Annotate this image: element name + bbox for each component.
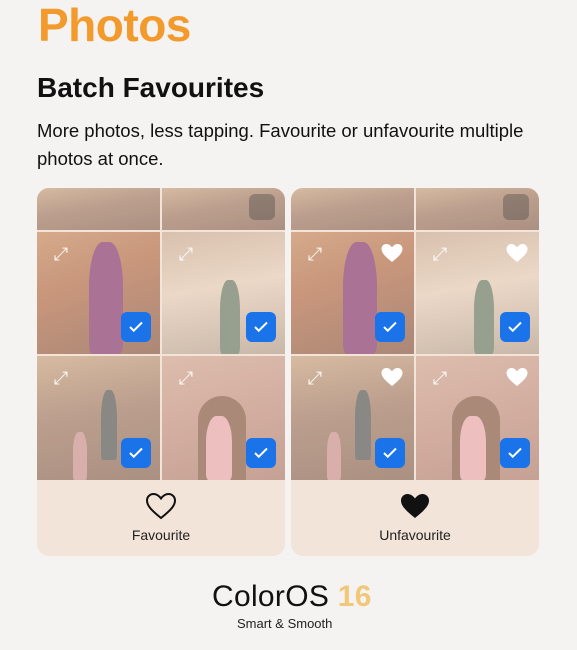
photo-thumbnail[interactable] <box>416 188 539 230</box>
page-title: Photos <box>38 0 191 51</box>
favourite-label: Favourite <box>131 527 191 543</box>
expand-icon[interactable]: ⤢ <box>49 242 73 266</box>
checkbox-checked[interactable] <box>246 438 276 468</box>
expand-icon[interactable]: ⤢ <box>303 366 327 390</box>
expand-icon[interactable]: ⤢ <box>174 366 198 390</box>
photo-thumbnail[interactable]: ⤢ <box>291 356 414 480</box>
expand-icon[interactable]: ⤢ <box>303 242 327 266</box>
heart-outline-icon <box>145 492 177 520</box>
checkbox-checked[interactable] <box>375 312 405 342</box>
expand-icon[interactable]: ⤢ <box>428 366 452 390</box>
brand-tagline: Smart & Smooth <box>237 616 333 631</box>
brand-name: ColorOS <box>212 580 330 613</box>
unfavourite-label: Unfavourite <box>379 527 451 543</box>
photo-grid: ⤢ ⤢ ⤢ ⤢ <box>291 188 539 480</box>
selection-indicator <box>249 194 275 220</box>
checkbox-checked[interactable] <box>375 438 405 468</box>
checkbox-checked[interactable] <box>500 438 530 468</box>
selection-indicator <box>503 194 529 220</box>
favourite-badge-icon <box>506 368 528 386</box>
unfavourite-button[interactable]: Unfavourite <box>291 480 539 556</box>
checkbox-checked[interactable] <box>246 312 276 342</box>
photo-thumbnail[interactable] <box>162 188 285 230</box>
photo-thumbnail[interactable]: ⤢ <box>37 232 160 354</box>
checkbox-checked[interactable] <box>500 312 530 342</box>
photo-thumbnail[interactable]: ⤢ <box>162 232 285 354</box>
photo-grid: ⤢ ⤢ ⤢ ⤢ <box>37 188 285 480</box>
photo-thumbnail[interactable] <box>37 188 160 230</box>
expand-icon[interactable]: ⤢ <box>428 242 452 266</box>
unfavourite-demo-panel: ⤢ ⤢ ⤢ ⤢ Unfavourite <box>291 188 539 556</box>
photo-thumbnail[interactable]: ⤢ <box>291 232 414 354</box>
favourite-badge-icon <box>381 244 403 262</box>
expand-icon[interactable]: ⤢ <box>49 366 73 390</box>
brand-version: 16 <box>337 580 372 613</box>
favourite-button[interactable]: Favourite <box>37 480 285 556</box>
favourite-demo-panel: ⤢ ⤢ ⤢ ⤢ Favourite <box>37 188 285 556</box>
photo-thumbnail[interactable] <box>291 188 414 230</box>
feature-description: More photos, less tapping. Favourite or … <box>37 120 524 169</box>
expand-icon[interactable]: ⤢ <box>174 242 198 266</box>
checkbox-checked[interactable] <box>121 312 151 342</box>
checkbox-checked[interactable] <box>121 438 151 468</box>
photo-thumbnail[interactable]: ⤢ <box>162 356 285 480</box>
favourite-badge-icon <box>381 368 403 386</box>
photo-thumbnail[interactable]: ⤢ <box>416 232 539 354</box>
photo-thumbnail[interactable]: ⤢ <box>416 356 539 480</box>
heart-filled-icon <box>401 494 429 518</box>
photo-thumbnail[interactable]: ⤢ <box>37 356 160 480</box>
brand-logo: ColorOS 16 <box>212 580 372 614</box>
section-heading: Batch Favourites <box>37 72 265 103</box>
favourite-badge-icon <box>506 244 528 262</box>
